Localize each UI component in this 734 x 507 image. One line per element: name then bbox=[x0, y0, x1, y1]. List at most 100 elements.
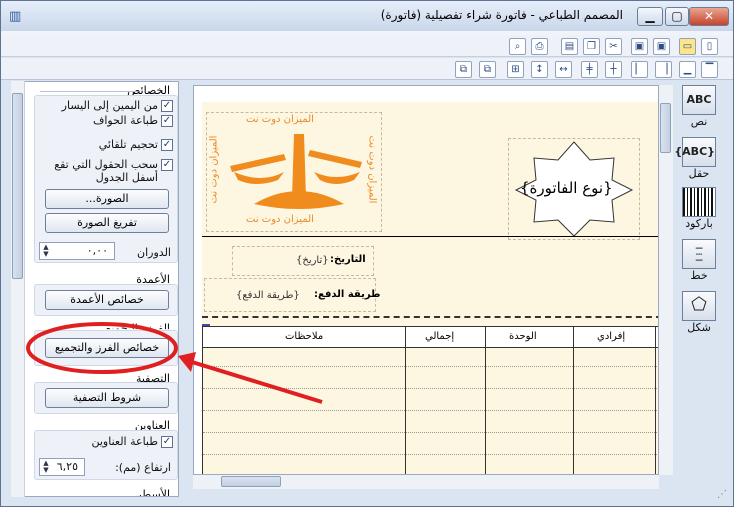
spinner-arrows-icon[interactable]: ▲ ▼ bbox=[41, 244, 51, 258]
bring-front-icon[interactable]: ⧉ bbox=[479, 61, 496, 78]
columns-properties-button[interactable]: خصائص الأعمدة bbox=[45, 290, 169, 310]
window-title: المصمم الطباعي - فاتورة شراء تفصيلية (فا… bbox=[380, 8, 623, 22]
shape-tool-label: شكل bbox=[687, 321, 711, 334]
col-divider bbox=[485, 326, 486, 474]
check-icon[interactable]: ✓ bbox=[161, 115, 173, 127]
scale-logo-icon bbox=[230, 134, 362, 209]
barcode-tool[interactable]: باركود bbox=[681, 187, 717, 230]
header-total: إجمالي bbox=[425, 331, 455, 342]
resize-grip-icon[interactable]: ⋰ bbox=[717, 489, 727, 500]
field-tool-label: حقل bbox=[688, 167, 710, 180]
line-tool-label: خط bbox=[690, 269, 708, 282]
canvas-vertical-scrollbar[interactable] bbox=[659, 85, 673, 475]
logo-text-top: الميزان دوت نت bbox=[246, 114, 314, 125]
filter-conditions-button[interactable]: شروط التصفية bbox=[45, 388, 169, 408]
details-table[interactable]: إفرادي الوحدة إجمالي ملاحظات bbox=[202, 326, 658, 474]
logo-text-bottom: الميزان دوت نت bbox=[246, 214, 314, 225]
report-page[interactable]: الميزان دوت نت الميزان دوت نت الميزان دو… bbox=[202, 102, 658, 474]
align-right-icon[interactable]: ▕ bbox=[655, 61, 672, 78]
align-top-icon[interactable]: ▔ bbox=[701, 61, 718, 78]
text-tool-icon: ABC bbox=[682, 85, 716, 115]
date-label: التاريخ: bbox=[330, 254, 366, 265]
lines-heading: الأسطر bbox=[136, 488, 170, 497]
header-line bbox=[202, 236, 658, 237]
auto-size-checkbox-row[interactable]: ✓ تحجيم تلقائي bbox=[99, 138, 173, 151]
align-left-icon[interactable]: ▏ bbox=[631, 61, 648, 78]
logo-text-left: الميزان دوت نت bbox=[208, 135, 220, 204]
barcode-tool-label: باركود bbox=[685, 217, 713, 230]
save-as-icon[interactable]: ▣ bbox=[631, 38, 648, 55]
barcode-icon bbox=[682, 187, 716, 217]
scroll-thumb[interactable] bbox=[221, 476, 281, 487]
spinner-arrows-icon[interactable]: ▲ ▼ bbox=[41, 460, 51, 474]
shape-tool[interactable]: ⬠ شكل bbox=[681, 291, 717, 334]
row-line bbox=[203, 388, 658, 389]
copy-icon[interactable]: ❐ bbox=[583, 38, 600, 55]
design-canvas[interactable]: الميزان دوت نت الميزان دوت نت الميزان دو… bbox=[193, 85, 659, 475]
height-label: ارتفاع (مم): bbox=[115, 461, 171, 474]
canvas-horizontal-scrollbar[interactable] bbox=[193, 475, 659, 489]
print-edges-label: طباعة الحواف bbox=[92, 114, 158, 127]
scroll-thumb[interactable] bbox=[660, 103, 671, 153]
cut-icon[interactable]: ✂ bbox=[605, 38, 622, 55]
toolbar-align: ▔ ▁ ▕ ▏ ┼ ╪ ↔ ↕ ⊞ ⧉ ⧉ bbox=[1, 58, 733, 80]
properties-panel: الخصائص ✓ من اليمين إلى اليسار ✓ طباعة الح… bbox=[11, 81, 179, 497]
print-edges-checkbox-row[interactable]: ✓ طباعة الحواف bbox=[93, 114, 173, 127]
line-icon: ─ ┄ ─ bbox=[682, 239, 716, 269]
maximize-button[interactable]: ▢ bbox=[665, 7, 689, 26]
field-tool-icon: {ABC} bbox=[674, 137, 716, 167]
payment-label: طريقة الدفع: bbox=[314, 289, 381, 300]
auto-size-label: تحجيم تلقائي bbox=[98, 138, 158, 151]
payment-field[interactable]: {طريقة الدفع} bbox=[236, 290, 300, 301]
same-height-icon[interactable]: ↕ bbox=[531, 61, 548, 78]
sort-group-group: خصائص الفرز والتجميع bbox=[34, 330, 178, 366]
height-spinner[interactable]: ▲ ▼ ٦,٢٥ bbox=[39, 458, 85, 476]
check-icon[interactable]: ✓ bbox=[161, 100, 173, 112]
invoice-type-field[interactable]: {نوع الفاتورة} bbox=[520, 179, 613, 197]
line-tool[interactable]: ─ ┄ ─ خط bbox=[681, 239, 717, 282]
align-bottom-icon[interactable]: ▁ bbox=[679, 61, 696, 78]
clear-image-button[interactable]: تفريغ الصورة bbox=[45, 213, 169, 233]
print-titles-checkbox-row[interactable]: ✓ طباعة العناوين bbox=[91, 435, 173, 448]
same-size-icon[interactable]: ⊞ bbox=[507, 61, 524, 78]
shape-icon: ⬠ bbox=[682, 291, 716, 321]
image-button[interactable]: الصورة... bbox=[45, 189, 169, 209]
same-width-icon[interactable]: ↔ bbox=[555, 61, 572, 78]
col-divider bbox=[655, 326, 656, 474]
toolbar-main: ▯ ▭ ▣ ▣ ✂ ❐ ▤ ⎙ ⌕ bbox=[1, 35, 733, 57]
drag-fields-checkbox-row[interactable]: ✓ سحب الحقول التي تقع أسفل الجدول bbox=[43, 158, 173, 184]
save-icon[interactable]: ▣ bbox=[653, 38, 670, 55]
scroll-thumb[interactable] bbox=[12, 93, 23, 279]
rtl-checkbox-row[interactable]: ✓ من اليمين إلى اليسار bbox=[62, 99, 173, 112]
rotation-label: الدوران bbox=[137, 246, 171, 259]
new-file-icon[interactable]: ▯ bbox=[701, 38, 718, 55]
text-tool[interactable]: ABC نص bbox=[681, 85, 717, 128]
left-panel-scrollbar[interactable] bbox=[11, 81, 25, 497]
sort-group-properties-button[interactable]: خصائص الفرز والتجميع bbox=[45, 338, 169, 358]
print-icon[interactable]: ⎙ bbox=[531, 38, 548, 55]
close-button[interactable]: ✕ bbox=[689, 7, 729, 26]
section-separator bbox=[202, 316, 658, 318]
open-folder-icon[interactable]: ▭ bbox=[679, 38, 696, 55]
paste-icon[interactable]: ▤ bbox=[561, 38, 578, 55]
designer-window: ▥ المصمم الطباعي - فاتورة شراء تفصيلية (… bbox=[0, 0, 734, 507]
field-tool[interactable]: {ABC} حقل bbox=[674, 137, 717, 180]
preview-icon[interactable]: ⌕ bbox=[509, 38, 526, 55]
text-tool-label: نص bbox=[690, 115, 708, 128]
center-vertical-icon[interactable]: ╪ bbox=[581, 61, 598, 78]
rtl-label: من اليمين إلى اليسار bbox=[61, 99, 158, 112]
date-field[interactable]: {تاريخ} bbox=[296, 255, 329, 266]
row-line bbox=[203, 410, 658, 411]
row-line bbox=[203, 454, 658, 455]
divider bbox=[40, 91, 138, 92]
send-back-icon[interactable]: ⧉ bbox=[455, 61, 472, 78]
center-horizontal-icon[interactable]: ┼ bbox=[605, 61, 622, 78]
header-unit-price: إفرادي bbox=[597, 331, 626, 342]
rotation-spinner[interactable]: ▲ ▼ ٠,٠٠ bbox=[39, 242, 115, 260]
columns-group: خصائص الأعمدة bbox=[34, 284, 178, 316]
check-icon[interactable]: ✓ bbox=[161, 159, 173, 171]
check-icon[interactable]: ✓ bbox=[161, 139, 173, 151]
check-icon[interactable]: ✓ bbox=[161, 436, 173, 448]
minimize-button[interactable]: ▁ bbox=[637, 7, 663, 26]
header-unit: الوحدة bbox=[509, 331, 537, 342]
